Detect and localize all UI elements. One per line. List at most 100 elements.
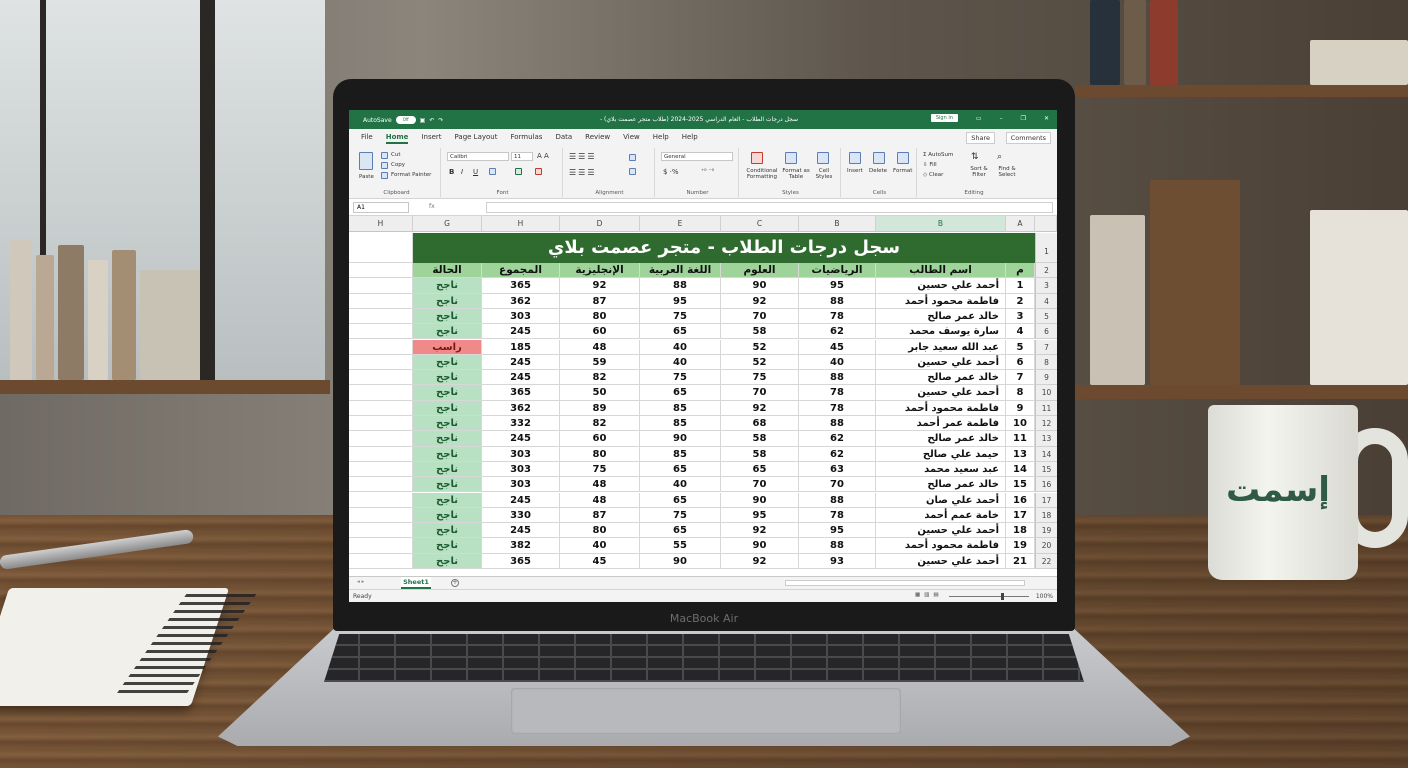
cut-icon[interactable] xyxy=(381,152,388,159)
table-cell[interactable]: 55 xyxy=(640,538,721,554)
table-cell[interactable]: 11 xyxy=(1006,431,1035,447)
zoom-slider-knob[interactable] xyxy=(1001,593,1004,600)
row-header[interactable]: 12 xyxy=(1035,416,1057,432)
format-painter-icon[interactable] xyxy=(381,172,388,179)
status-cell[interactable]: ناجح xyxy=(413,278,482,294)
row-header[interactable]: 20 xyxy=(1035,538,1057,554)
table-cell[interactable]: 65 xyxy=(640,324,721,340)
table-cell[interactable]: 16 xyxy=(1006,492,1035,508)
student-name-cell[interactable]: أحمد علي حسين xyxy=(876,278,1006,294)
table-cell[interactable]: 6 xyxy=(1006,354,1035,371)
table-header-cell[interactable]: العلوم xyxy=(721,263,799,279)
tab-data[interactable]: Data xyxy=(555,133,572,144)
empty-cell[interactable] xyxy=(349,263,413,279)
table-cell[interactable]: 65 xyxy=(721,461,799,478)
table-cell[interactable]: 95 xyxy=(799,278,876,294)
row-header[interactable]: 5 xyxy=(1035,308,1057,325)
table-cell[interactable]: 2 xyxy=(1006,293,1035,309)
empty-cell[interactable] xyxy=(349,385,413,401)
table-cell[interactable]: 40 xyxy=(640,354,721,371)
merge-center-icon[interactable] xyxy=(629,168,636,175)
sheet-tab[interactable]: Sheet1 xyxy=(401,577,431,589)
delete-cells-icon[interactable] xyxy=(873,152,885,164)
redo-icon[interactable]: ↷ xyxy=(438,117,443,124)
table-cell[interactable]: 362 xyxy=(482,293,560,309)
table-cell[interactable]: 40 xyxy=(560,538,640,554)
empty-cell[interactable] xyxy=(349,293,413,309)
table-cell[interactable]: 52 xyxy=(721,339,799,355)
row-header[interactable]: 14 xyxy=(1035,446,1057,462)
table-cell[interactable]: 48 xyxy=(560,477,640,493)
cell-styles-button[interactable]: Cell Styles xyxy=(813,168,835,180)
student-name-cell[interactable]: أحمد علي حسين xyxy=(876,523,1006,539)
tab-help[interactable]: Help xyxy=(653,133,669,144)
status-cell[interactable]: ناجح xyxy=(413,370,482,386)
table-cell[interactable]: 365 xyxy=(482,278,560,294)
tab-home[interactable]: Home xyxy=(385,133,409,144)
table-cell[interactable]: 19 xyxy=(1006,538,1035,554)
status-cell[interactable]: ناجح xyxy=(413,308,482,325)
tab-view[interactable]: View xyxy=(623,133,640,144)
student-name-cell[interactable]: فاطمة محمود أحمد xyxy=(876,293,1006,309)
tab-review[interactable]: Review xyxy=(585,133,610,144)
student-name-cell[interactable]: خالد عمر صالح xyxy=(876,308,1006,325)
tab-formulas[interactable]: Formulas xyxy=(510,133,542,144)
table-cell[interactable]: 95 xyxy=(799,523,876,539)
table-cell[interactable]: 70 xyxy=(721,385,799,401)
tab-file[interactable]: File xyxy=(361,133,373,144)
tab-help-2[interactable]: Help xyxy=(682,133,698,144)
table-cell[interactable]: 95 xyxy=(721,507,799,524)
table-cell[interactable]: 40 xyxy=(799,354,876,371)
table-cell[interactable]: 18 xyxy=(1006,523,1035,539)
empty-cell[interactable] xyxy=(349,507,413,524)
paste-button[interactable]: Paste xyxy=(359,174,374,180)
column-header[interactable]: G xyxy=(413,216,482,232)
row-header[interactable]: 15 xyxy=(1035,461,1057,478)
table-cell[interactable]: 14 xyxy=(1006,461,1035,478)
underline-icon[interactable]: U xyxy=(473,168,478,176)
italic-icon[interactable]: I xyxy=(461,168,463,176)
student-name-cell[interactable]: فاطمة محمود أحمد xyxy=(876,400,1006,416)
table-cell[interactable]: 88 xyxy=(799,370,876,386)
table-cell[interactable]: 58 xyxy=(721,431,799,447)
insert-cells-icon[interactable] xyxy=(849,152,861,164)
column-header[interactable]: A xyxy=(1006,216,1035,232)
table-cell[interactable]: 245 xyxy=(482,370,560,386)
table-cell[interactable]: 1 xyxy=(1006,278,1035,294)
table-cell[interactable]: 90 xyxy=(721,278,799,294)
tab-page-layout[interactable]: Page Layout xyxy=(455,133,498,144)
empty-cell[interactable] xyxy=(349,324,413,340)
empty-cell[interactable] xyxy=(349,553,413,569)
table-cell[interactable]: 62 xyxy=(799,431,876,447)
empty-cell[interactable] xyxy=(349,461,413,478)
conditional-formatting-icon[interactable] xyxy=(751,152,763,164)
table-cell[interactable]: 88 xyxy=(799,293,876,309)
table-cell[interactable]: 7 xyxy=(1006,370,1035,386)
row-header[interactable]: 2 xyxy=(1035,263,1057,279)
status-cell[interactable]: ناجح xyxy=(413,461,482,478)
column-header[interactable]: E xyxy=(640,216,721,232)
table-cell[interactable]: 45 xyxy=(799,339,876,355)
table-cell[interactable]: 92 xyxy=(721,553,799,569)
horizontal-scrollbar[interactable] xyxy=(785,580,1025,586)
format-cells-button[interactable]: Format xyxy=(893,168,912,174)
sort-filter-button[interactable]: Sort & Filter xyxy=(965,166,993,178)
sheet-nav-icons[interactable]: ◂ ▸ xyxy=(357,579,364,585)
row-header[interactable]: 6 xyxy=(1035,324,1057,340)
status-cell[interactable]: ناجح xyxy=(413,507,482,524)
column-header[interactable]: B xyxy=(876,216,1006,232)
view-mode-icons[interactable]: ▦▥▤ xyxy=(915,592,943,598)
table-cell[interactable]: 63 xyxy=(799,461,876,478)
table-cell[interactable]: 88 xyxy=(799,416,876,432)
status-cell[interactable]: ناجح xyxy=(413,538,482,554)
zoom-slider[interactable] xyxy=(949,596,1029,597)
table-cell[interactable]: 65 xyxy=(640,523,721,539)
currency-icon[interactable]: $ ·% xyxy=(663,168,679,176)
table-cell[interactable]: 82 xyxy=(560,416,640,432)
horizontal-align-icons[interactable]: ☰☰☰ xyxy=(569,168,597,177)
table-cell[interactable]: 303 xyxy=(482,308,560,325)
status-cell[interactable]: ناجح xyxy=(413,492,482,508)
table-cell[interactable]: 245 xyxy=(482,431,560,447)
table-cell[interactable]: 87 xyxy=(560,507,640,524)
status-cell[interactable]: ناجح xyxy=(413,385,482,401)
